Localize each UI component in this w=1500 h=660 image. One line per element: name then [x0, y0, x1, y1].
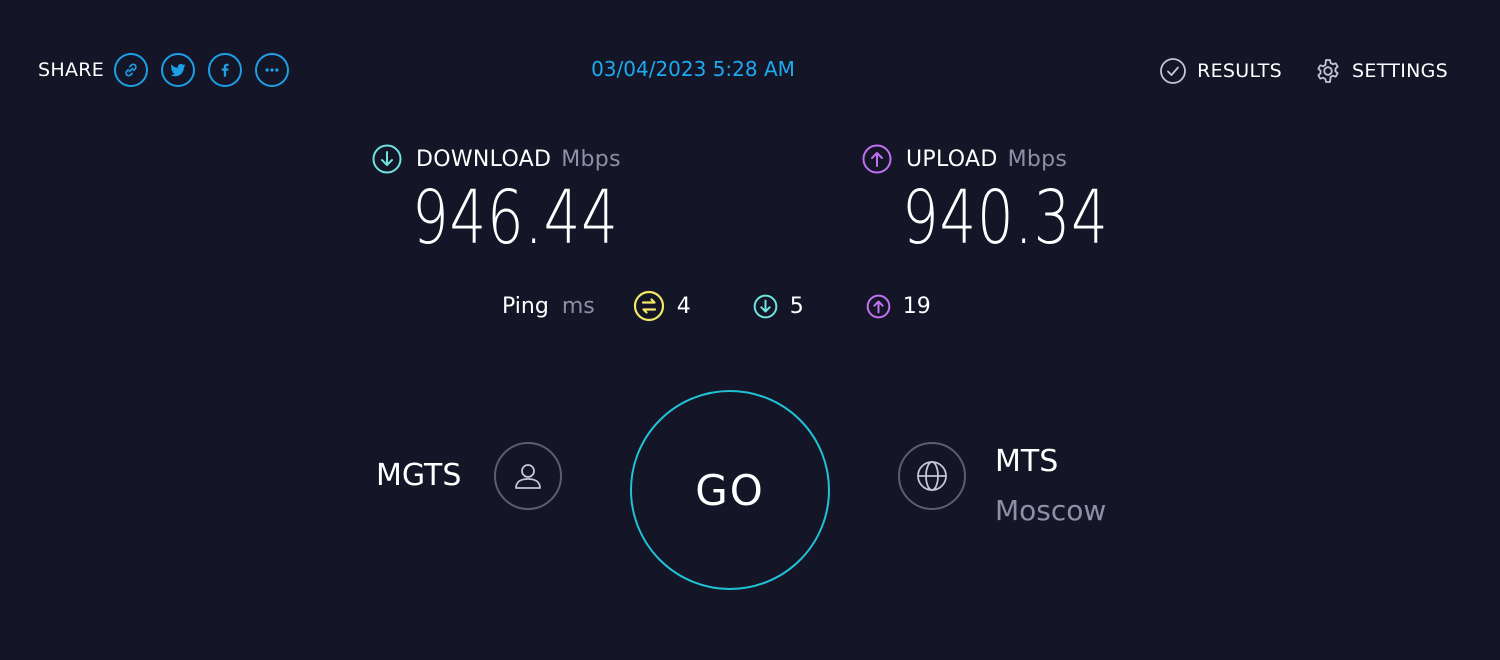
ping-download-value: 5 — [789, 293, 804, 319]
gear-icon — [1317, 59, 1339, 83]
download-unit: Mbps — [561, 146, 621, 172]
download-label: DOWNLOAD — [416, 146, 552, 172]
idle-latency-icon — [633, 290, 664, 322]
download-speed-value: 946.44 — [412, 175, 619, 261]
upload-unit: Mbps — [1007, 146, 1068, 172]
upload-arrow-icon — [862, 144, 892, 174]
ping-idle: 4 — [633, 290, 691, 322]
globe-icon — [917, 461, 947, 491]
settings-link[interactable]: SETTINGS — [1314, 57, 1448, 85]
change-server-button[interactable] — [898, 442, 966, 510]
isp-avatar — [494, 442, 562, 510]
results-label: RESULTS — [1197, 60, 1283, 82]
check-circle-icon — [1160, 58, 1187, 84]
download-header: DOWNLOAD Mbps — [372, 144, 621, 174]
server-location: Moscow — [995, 494, 1107, 527]
upload-label: UPLOAD — [906, 146, 998, 172]
upload-header: UPLOAD Mbps — [862, 144, 1067, 174]
server-name: MTS — [995, 444, 1059, 479]
settings-label: SETTINGS — [1352, 60, 1448, 82]
upload-latency-icon — [866, 294, 891, 318]
user-icon — [515, 464, 541, 489]
results-link[interactable]: RESULTS — [1159, 57, 1282, 85]
go-label: GO — [695, 465, 765, 515]
download-latency-icon — [753, 294, 778, 318]
ping-upload: 19 — [866, 294, 931, 319]
ping-upload-value: 19 — [902, 293, 931, 319]
ping-idle-value: 4 — [676, 293, 691, 319]
ping-row: Ping ms 4 5 19 — [502, 290, 931, 322]
ping-download: 5 — [753, 294, 804, 319]
isp-name: MGTS — [376, 458, 462, 493]
upload-speed-value: 940.34 — [902, 175, 1109, 261]
go-button[interactable]: GO — [630, 390, 830, 590]
ping-label: Ping — [502, 293, 549, 319]
download-arrow-icon — [372, 144, 402, 174]
top-nav: RESULTS SETTINGS — [1127, 57, 1448, 85]
ping-unit: ms — [561, 293, 595, 319]
